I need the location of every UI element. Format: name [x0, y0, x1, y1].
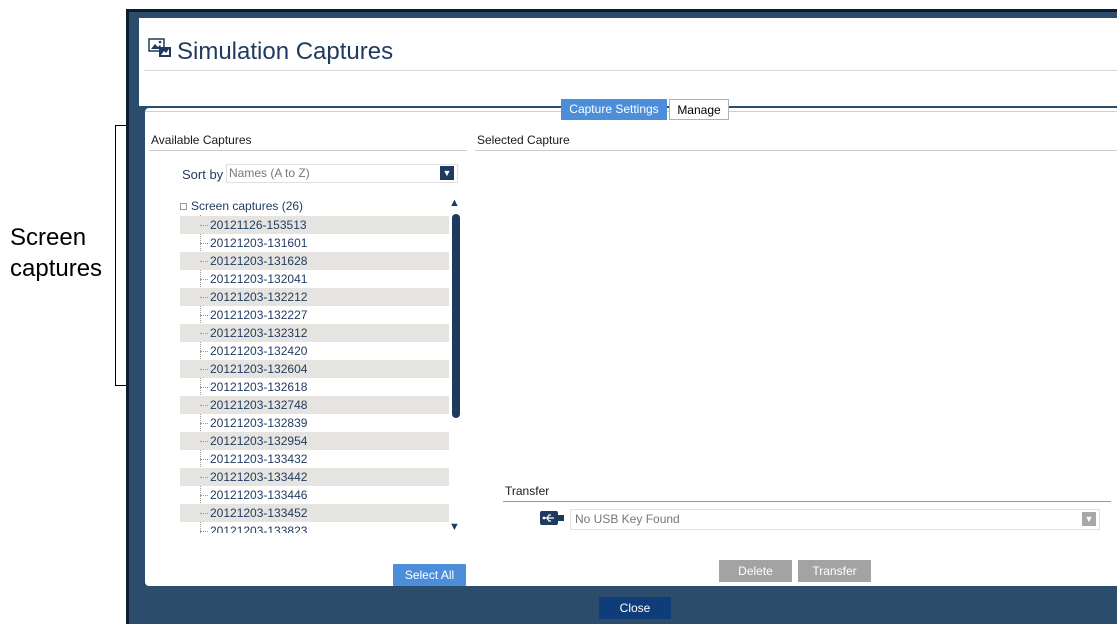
tree-item-label: 20121203-132839	[210, 416, 308, 430]
tree-item-label: 20121203-132618	[210, 380, 308, 394]
tree-item-label: 20121203-133452	[210, 506, 308, 520]
tree-item-label: 20121203-132312	[210, 326, 308, 340]
tree-item[interactable]: 20121203-132420	[180, 342, 449, 360]
tree-item[interactable]: 20121203-132212	[180, 288, 449, 306]
tree-item[interactable]: 20121203-132604	[180, 360, 449, 378]
tree-item-label: 20121203-132954	[210, 434, 308, 448]
tree-connector	[200, 243, 208, 244]
tree-item[interactable]: 20121203-132954	[180, 432, 449, 450]
select-all-button[interactable]: Select All	[393, 564, 466, 586]
tree-connector	[200, 495, 208, 496]
tree-item[interactable]: 20121203-132748	[180, 396, 449, 414]
tree-item-label: 20121203-132212	[210, 290, 308, 304]
tree-item[interactable]: 20121203-131601	[180, 234, 449, 252]
selected-capture-divider	[475, 150, 1117, 151]
tree-connector	[200, 315, 208, 316]
tree-item-label: 20121126-153513	[210, 218, 307, 232]
tree-item-label: 20121203-133432	[210, 452, 308, 466]
usb-key-select[interactable]: No USB Key Found ▼	[570, 509, 1100, 530]
selected-capture-heading: Selected Capture	[477, 133, 570, 147]
tree-item-label: 20121203-133446	[210, 488, 308, 502]
callout-line-2: captures	[10, 255, 103, 282]
callout-label: Screen captures	[10, 222, 102, 284]
available-captures-divider	[149, 150, 467, 151]
tree-item-label: 20121203-131628	[210, 254, 308, 268]
sort-dropdown-value: Names (A to Z)	[229, 166, 310, 180]
tree-item-label: 20121203-132227	[210, 308, 308, 322]
tree-connector	[200, 261, 208, 262]
close-button[interactable]: Close	[599, 597, 671, 619]
tree-connector	[200, 459, 208, 460]
tree-connector	[200, 513, 208, 514]
tree-connector	[200, 441, 208, 442]
usb-icon	[540, 511, 564, 525]
title-bar: Simulation Captures	[139, 18, 1117, 106]
scroll-down-arrow-icon[interactable]: ▼	[449, 521, 460, 533]
tree-connector	[200, 279, 208, 280]
chevron-down-icon[interactable]: ▼	[1082, 512, 1096, 526]
tree-connector	[200, 369, 208, 370]
tree-item[interactable]: 20121203-132312	[180, 324, 449, 342]
chevron-down-icon[interactable]: ▼	[440, 166, 454, 180]
collapse-icon[interactable]	[180, 203, 187, 211]
tree-item[interactable]: 20121203-131628	[180, 252, 449, 270]
captures-tree[interactable]: Screen captures (26) 20121126-153513 2012…	[180, 195, 451, 533]
tree-connector	[200, 477, 208, 478]
sort-by-label: Sort by	[182, 167, 224, 182]
content-panel: Capture Settings Manage Available Captur…	[145, 99, 1117, 586]
tree-connector	[200, 387, 208, 388]
scrollbar-thumb[interactable]	[452, 214, 460, 418]
callout-line-1: Screen	[10, 224, 87, 251]
tree-item-label: 20121203-132420	[210, 344, 308, 358]
transfer-heading: Transfer	[505, 484, 550, 498]
callout-bracket	[115, 125, 116, 385]
tree-connector	[200, 405, 208, 406]
tree-item[interactable]: 20121203-132618	[180, 378, 449, 396]
tree-connector	[200, 225, 208, 226]
tree-item[interactable]: 20121203-133432	[180, 450, 449, 468]
tree-item-label: 20121203-132604	[210, 362, 308, 376]
tab-capture-settings[interactable]: Capture Settings	[561, 99, 667, 120]
available-captures-heading: Available Captures	[151, 133, 252, 147]
tree-connector	[200, 351, 208, 352]
tree-connector	[200, 333, 208, 334]
tree-item-label: 20121203-132748	[210, 398, 308, 412]
tree-item[interactable]: 20121203-132227	[180, 306, 449, 324]
tree-item[interactable]: 20121203-132041	[180, 270, 449, 288]
tree-root-label: Screen captures (26)	[191, 199, 304, 213]
image-capture-icon	[148, 38, 171, 57]
delete-button[interactable]: Delete	[719, 560, 792, 582]
tree-root-node[interactable]: Screen captures (26)	[180, 198, 303, 214]
title-divider	[144, 70, 1117, 71]
tree-item[interactable]: 20121203-133452	[180, 504, 449, 522]
tree-item-label: 20121203-133442	[210, 470, 308, 484]
tree-item-label: 20121203-133823	[210, 524, 308, 533]
tree-connector	[200, 423, 208, 424]
simulation-captures-window: Simulation Captures Capture Settings Man…	[126, 9, 1117, 624]
tree-item[interactable]: 20121203-132839	[180, 414, 449, 432]
scroll-up-arrow-icon[interactable]: ▲	[449, 197, 460, 209]
tab-manage[interactable]: Manage	[669, 99, 729, 120]
transfer-button[interactable]: Transfer	[798, 560, 871, 582]
tree-item[interactable]: 20121126-153513	[180, 216, 449, 234]
tree-connector	[200, 531, 208, 532]
tree-item-label: 20121203-132041	[210, 272, 308, 286]
tree-item-label: 20121203-131601	[210, 236, 308, 250]
sort-dropdown[interactable]: Names (A to Z) ▼	[226, 164, 458, 183]
transfer-divider	[503, 501, 1111, 502]
tree-item[interactable]: 20121203-133442	[180, 468, 449, 486]
page-title: Simulation Captures	[177, 38, 394, 65]
tree-item[interactable]: 20121203-133823	[180, 522, 449, 533]
usb-key-value: No USB Key Found	[575, 512, 680, 526]
tree-connector	[200, 297, 208, 298]
tree-item[interactable]: 20121203-133446	[180, 486, 449, 504]
